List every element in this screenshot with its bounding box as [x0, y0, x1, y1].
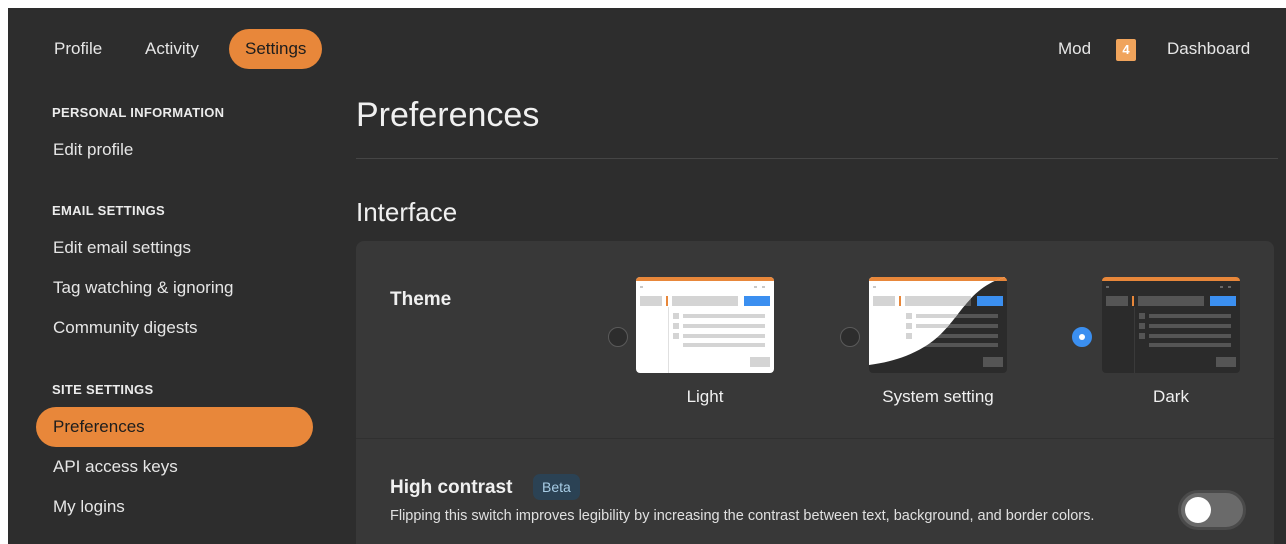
sidebar-heading-site: SITE SETTINGS — [52, 382, 154, 397]
mod-count-badge[interactable]: 4 — [1116, 39, 1136, 61]
toggle-knob — [1185, 497, 1211, 523]
dashboard-link[interactable]: Dashboard — [1167, 39, 1250, 59]
beta-badge: Beta — [533, 474, 580, 500]
theme-caption-system: System setting — [882, 387, 994, 406]
light-theme-preview-icon — [636, 277, 774, 373]
tab-activity[interactable]: Activity — [129, 29, 215, 69]
interface-card: Theme Light System setting Dark High con… — [356, 241, 1274, 544]
high-contrast-label: High contrast — [390, 477, 513, 498]
theme-thumbnail-light[interactable] — [636, 277, 774, 373]
high-contrast-description: Flipping this switch improves legibility… — [390, 508, 1095, 524]
high-contrast-toggle[interactable] — [1178, 490, 1246, 530]
sidebar-item-tag-watching[interactable]: Tag watching & ignoring — [36, 268, 313, 308]
sidebar-item-api-keys[interactable]: API access keys — [36, 447, 313, 487]
system-theme-preview-icon — [869, 277, 1007, 373]
sidebar-heading-email: EMAIL SETTINGS — [52, 203, 166, 218]
dark-theme-preview-icon — [1102, 277, 1240, 373]
section-title-interface: Interface — [356, 197, 458, 227]
theme-radio-light[interactable] — [608, 327, 628, 347]
card-separator — [356, 438, 1274, 439]
theme-label: Theme — [390, 289, 452, 310]
app-frame: Profile Activity Settings Mod 4 Dashboar… — [8, 8, 1286, 544]
theme-caption-light: Light — [686, 387, 724, 406]
sidebar-item-edit-email[interactable]: Edit email settings — [36, 228, 313, 268]
title-divider — [356, 158, 1278, 159]
theme-caption-dark: Dark — [1153, 387, 1189, 406]
settings-sidebar: PERSONAL INFORMATION Edit profile EMAIL … — [8, 88, 328, 544]
theme-thumbnail-system[interactable] — [869, 277, 1007, 373]
sidebar-item-community-digests[interactable]: Community digests — [36, 308, 313, 348]
tab-settings[interactable]: Settings — [229, 29, 323, 69]
sidebar-item-edit-profile[interactable]: Edit profile — [36, 130, 313, 170]
tab-profile[interactable]: Profile — [38, 29, 118, 69]
theme-thumbnail-dark[interactable] — [1102, 277, 1240, 373]
sidebar-item-preferences[interactable]: Preferences — [36, 407, 313, 447]
theme-radio-dark[interactable] — [1072, 327, 1092, 347]
mod-label: Mod — [1058, 39, 1092, 58]
sidebar-heading-personal: PERSONAL INFORMATION — [52, 105, 225, 120]
sidebar-item-my-logins[interactable]: My logins — [36, 487, 313, 527]
top-nav: Profile Activity Settings Mod 4 Dashboar… — [8, 8, 1286, 88]
page-title: Preferences — [356, 96, 540, 134]
theme-radio-system[interactable] — [840, 327, 860, 347]
